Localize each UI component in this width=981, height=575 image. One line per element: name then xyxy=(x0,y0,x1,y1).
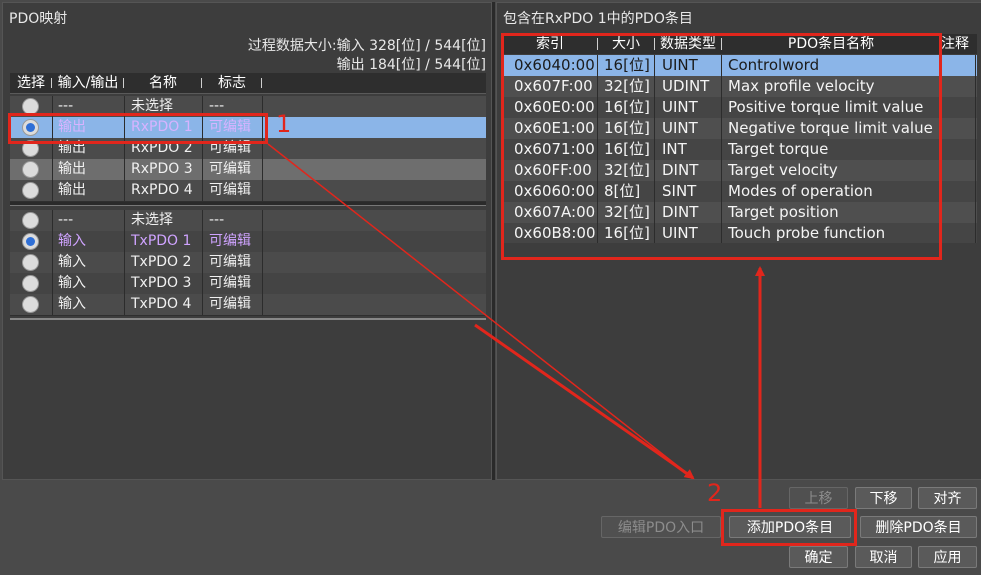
arrow-thin-to-add-button xyxy=(267,143,695,480)
annotation-arrows xyxy=(267,143,765,508)
arrow-thick-to-add-button xyxy=(474,323,694,480)
